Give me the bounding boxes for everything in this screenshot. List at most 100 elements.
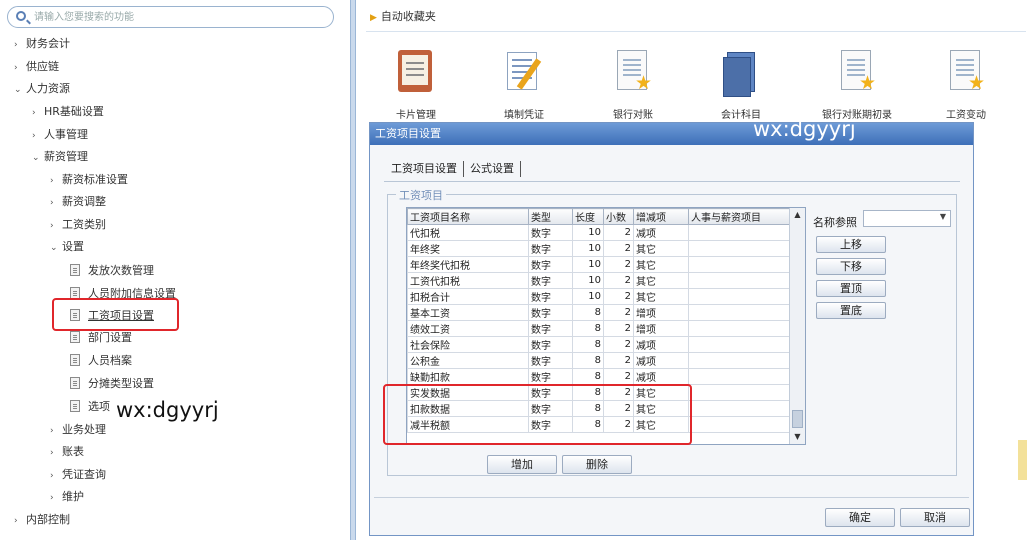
delete-button[interactable]: 删除 (562, 455, 632, 474)
favorite-fill-voucher[interactable]: 填制凭证 (489, 48, 559, 121)
favorite-card-management[interactable]: 卡片管理 (381, 48, 451, 121)
move-down-button[interactable]: 下移 (816, 258, 886, 275)
move-bottom-button[interactable]: 置底 (816, 302, 886, 319)
tree-item-options[interactable]: 选项 (70, 398, 110, 416)
table-row[interactable]: 社会保险 数字 8 2 减项 (407, 336, 791, 353)
table-row[interactable]: 工资代扣税 数字 10 2 其它 (407, 272, 791, 289)
dialog-title-bar[interactable]: 工资项目设置 (370, 123, 973, 145)
tree-item-payroll[interactable]: ⌄ 薪资管理 (32, 148, 88, 166)
table-cell[interactable] (688, 384, 791, 401)
favorite-bank-reconcile-initial[interactable]: ★ 银行对账期初录 (814, 48, 900, 121)
table-cell[interactable]: 2 (603, 256, 634, 273)
tree-item-pay-category[interactable]: › 工资类别 (50, 216, 106, 234)
cancel-button[interactable]: 取消 (900, 508, 970, 527)
table-cell[interactable]: 数字 (528, 224, 573, 241)
table-cell[interactable]: 2 (603, 240, 634, 257)
table-row[interactable]: 基本工资 数字 8 2 增项 (407, 304, 791, 321)
scroll-down-icon[interactable]: ▼ (790, 430, 805, 444)
table-cell[interactable] (688, 304, 791, 321)
table-row[interactable]: 扣税合计 数字 10 2 其它 (407, 288, 791, 305)
table-cell[interactable]: 其它 (633, 240, 689, 257)
table-cell[interactable]: 减项 (633, 336, 689, 353)
table-cell[interactable]: 数字 (528, 272, 573, 289)
table-cell[interactable] (688, 416, 791, 433)
table-cell[interactable] (688, 320, 791, 337)
table-cell[interactable]: 年终奖 (407, 240, 529, 257)
table-cell[interactable]: 数字 (528, 352, 573, 369)
table-cell[interactable]: 年终奖代扣税 (407, 256, 529, 273)
tree-item-employee-file[interactable]: 人员档案 (70, 352, 132, 370)
add-button[interactable]: 增加 (487, 455, 557, 474)
scroll-up-icon[interactable]: ▲ (790, 208, 805, 222)
table-cell[interactable]: 8 (572, 320, 604, 337)
column-header[interactable]: 长度 (572, 208, 604, 225)
table-cell[interactable]: 其它 (633, 272, 689, 289)
table-cell[interactable]: 10 (572, 272, 604, 289)
table-cell[interactable] (688, 400, 791, 417)
table-cell[interactable] (688, 256, 791, 273)
tree-item-allocation-type[interactable]: 分摊类型设置 (70, 375, 154, 393)
table-cell[interactable]: 缺勤扣款 (407, 368, 529, 385)
favorite-accounts[interactable]: 会计科目 (706, 48, 776, 121)
table-cell[interactable]: 数字 (528, 304, 573, 321)
table-cell[interactable]: 基本工资 (407, 304, 529, 321)
table-cell[interactable]: 数字 (528, 256, 573, 273)
column-header[interactable]: 类型 (528, 208, 573, 225)
table-cell[interactable]: 2 (603, 224, 634, 241)
table-cell[interactable] (688, 336, 791, 353)
tree-item-maintenance[interactable]: › 维护 (50, 488, 84, 506)
table-row[interactable]: 缺勤扣款 数字 8 2 减项 (407, 368, 791, 385)
favorite-bank-reconcile[interactable]: ★ 银行对账 (598, 48, 668, 121)
table-cell[interactable]: 2 (603, 368, 634, 385)
tree-item-internal-control[interactable]: › 内部控制 (14, 511, 70, 529)
table-row[interactable]: 年终奖 数字 10 2 其它 (407, 240, 791, 257)
table-cell[interactable]: 数字 (528, 320, 573, 337)
column-header[interactable]: 增减项 (633, 208, 689, 225)
column-header[interactable]: 人事与薪资项目 (688, 208, 791, 225)
table-cell[interactable]: 10 (572, 240, 604, 257)
tree-item-pay-adjust[interactable]: › 薪资调整 (50, 193, 106, 211)
tab-pay-item-settings[interactable]: 工资项目设置 (385, 161, 464, 177)
table-cell[interactable]: 工资代扣税 (407, 272, 529, 289)
table-cell[interactable] (688, 240, 791, 257)
search-input[interactable] (34, 9, 324, 25)
scroll-thumb[interactable] (792, 410, 803, 428)
table-cell[interactable]: 2 (603, 352, 634, 369)
table-cell[interactable]: 增项 (633, 320, 689, 337)
table-cell[interactable] (688, 368, 791, 385)
tree-item-hr[interactable]: ⌄ 人力资源 (14, 80, 70, 98)
ok-button[interactable]: 确定 (825, 508, 895, 527)
move-up-button[interactable]: 上移 (816, 236, 886, 253)
table-cell[interactable]: 2 (603, 288, 634, 305)
tree-item-hr-basic[interactable]: › HR基础设置 (32, 103, 104, 121)
tree-item-voucher-query[interactable]: › 凭证查询 (50, 466, 106, 484)
column-header[interactable]: 小数 (603, 208, 634, 225)
table-cell[interactable] (688, 352, 791, 369)
table-row[interactable]: 代扣税 数字 10 2 减项 (407, 224, 791, 241)
tree-item-supply-chain[interactable]: › 供应链 (14, 58, 59, 76)
table-cell[interactable]: 2 (603, 336, 634, 353)
name-reference-select[interactable]: ▼ (863, 210, 951, 227)
tree-item-business[interactable]: › 业务处理 (50, 421, 106, 439)
table-cell[interactable]: 2 (603, 320, 634, 337)
table-cell[interactable]: 8 (572, 304, 604, 321)
column-header[interactable]: 工资项目名称 (407, 208, 529, 225)
table-row[interactable]: 公积金 数字 8 2 减项 (407, 352, 791, 369)
tree-item-issue-count[interactable]: 发放次数管理 (70, 262, 154, 280)
table-cell[interactable]: 数字 (528, 336, 573, 353)
table-cell[interactable]: 减项 (633, 368, 689, 385)
table-cell[interactable]: 社会保险 (407, 336, 529, 353)
table-cell[interactable]: 数字 (528, 288, 573, 305)
table-cell[interactable]: 10 (572, 256, 604, 273)
table-cell[interactable]: 数字 (528, 368, 573, 385)
table-cell[interactable]: 10 (572, 288, 604, 305)
table-cell[interactable]: 2 (603, 304, 634, 321)
tree-item-pay-standard[interactable]: › 薪资标准设置 (50, 171, 128, 189)
table-cell[interactable] (688, 272, 791, 289)
table-cell[interactable]: 8 (572, 368, 604, 385)
table-cell[interactable]: 其它 (633, 256, 689, 273)
table-cell[interactable]: 10 (572, 224, 604, 241)
vertical-scrollbar[interactable]: ▲ ▼ (789, 208, 805, 444)
table-cell[interactable]: 减项 (633, 352, 689, 369)
tree-item-reports[interactable]: › 账表 (50, 443, 84, 461)
